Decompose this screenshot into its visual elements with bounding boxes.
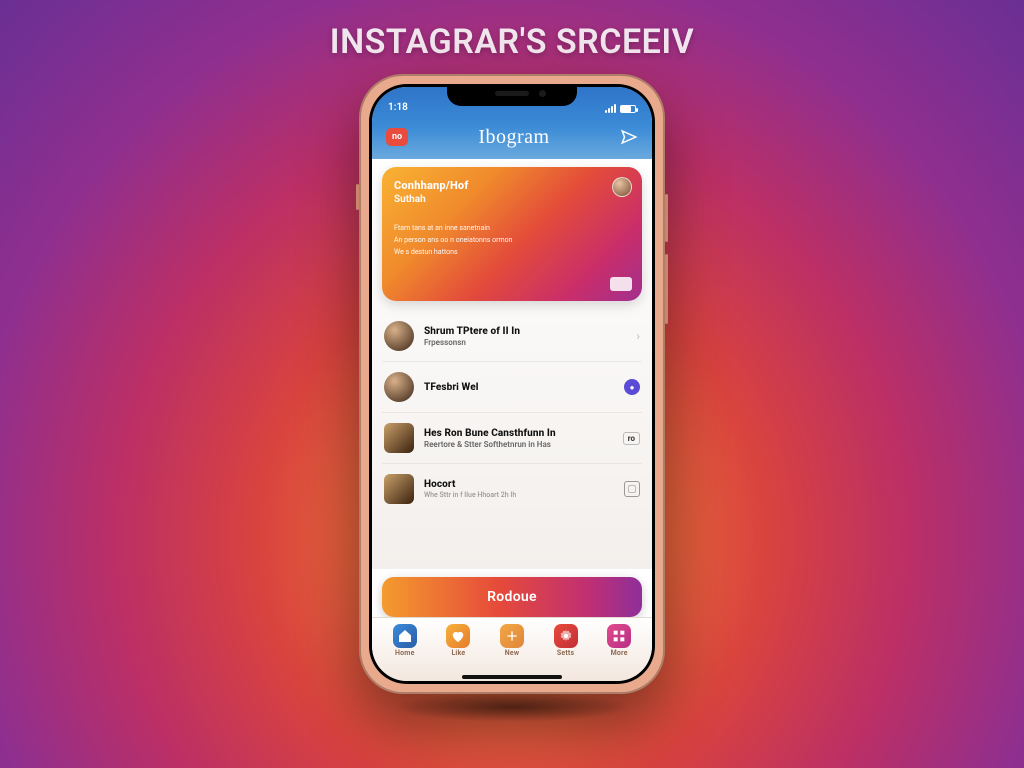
list-item-title: Hes Ron Bune Cansthfunn In xyxy=(424,428,613,439)
bookmark-icon xyxy=(624,481,640,497)
side-button xyxy=(356,184,359,210)
list-item[interactable]: Hes Ron Bune Cansthfunn In Reertore & St… xyxy=(382,412,642,463)
tab-label: New xyxy=(505,650,519,657)
tab-bar: Home Like New Setts xyxy=(372,617,652,681)
primary-cta-button[interactable]: Rodoue xyxy=(382,577,642,617)
avatar xyxy=(384,372,414,402)
feed-list: Shrum TPtere of II In Frpessonsn › TFesb… xyxy=(382,311,642,514)
featured-card[interactable]: Conhhanp/Hof Suthah Ftarn tans at an inn… xyxy=(382,167,642,301)
featured-subtitle: Suthah xyxy=(394,194,630,205)
tab-settings[interactable]: Setts xyxy=(542,624,590,657)
tab-new[interactable]: New xyxy=(488,624,536,657)
thumbnail xyxy=(384,474,414,504)
tag-pill: ro xyxy=(623,432,640,445)
phone-notch xyxy=(447,84,577,106)
feed-content: Conhhanp/Hof Suthah Ftarn tans at an inn… xyxy=(372,159,652,569)
unread-badge: ● xyxy=(624,379,640,395)
card-chip-icon xyxy=(610,277,632,291)
heart-icon xyxy=(446,624,470,648)
cta-label: Rodoue xyxy=(487,589,537,605)
list-item[interactable]: TFesbri Wel ● xyxy=(382,361,642,412)
tab-label: More xyxy=(611,650,628,657)
list-item-title: TFesbri Wel xyxy=(424,382,614,393)
signal-icon xyxy=(605,104,616,113)
plus-icon xyxy=(500,624,524,648)
app-bar: no Ibogram xyxy=(372,115,652,159)
list-item[interactable]: Hocort Whe Sttr in f Ilue Hhoart 2h Ih xyxy=(382,463,642,514)
featured-body-line: We s destun hattons xyxy=(394,247,611,257)
list-item-subtitle: Reertore & Stter Softhetnrun in Has xyxy=(424,440,613,449)
side-button xyxy=(665,254,668,324)
home-icon xyxy=(393,624,417,648)
status-time: 1:18 xyxy=(388,102,408,113)
status-icons xyxy=(605,104,636,113)
list-item-title: Shrum TPtere of II In xyxy=(424,326,626,337)
featured-body-line: Ftarn tans at an inne sanetnain xyxy=(394,223,611,233)
list-item-title: Hocort xyxy=(424,479,614,490)
tab-label: Home xyxy=(395,650,415,657)
promo-headline: INSTAGRAR'S SRCEEIV xyxy=(0,22,1024,62)
phone-bezel: 1:18 no Ibogram xyxy=(369,84,655,684)
list-item-subtitle: Frpessonsn xyxy=(424,338,626,347)
tab-like[interactable]: Like xyxy=(434,624,482,657)
featured-body-line: An person ans oo n oneiatonns ormon xyxy=(394,235,611,245)
app-screen: 1:18 no Ibogram xyxy=(372,87,652,681)
promo-background: INSTAGRAR'S SRCEEIV 1:18 no xyxy=(0,0,1024,768)
phone-frame: 1:18 no Ibogram xyxy=(359,74,665,694)
grid-icon xyxy=(607,624,631,648)
tab-label: Like xyxy=(451,650,465,657)
featured-title: Conhhanp/Hof xyxy=(394,179,630,192)
tab-home[interactable]: Home xyxy=(381,624,429,657)
side-button xyxy=(665,194,668,242)
gear-icon xyxy=(554,624,578,648)
app-logo: Ibogram xyxy=(478,126,549,149)
tab-label: Setts xyxy=(557,650,574,657)
send-icon[interactable] xyxy=(620,128,638,146)
list-item-subtitle: Whe Sttr in f Ilue Hhoart 2h Ih xyxy=(424,491,614,499)
thumbnail xyxy=(384,423,414,453)
battery-icon xyxy=(620,105,636,113)
notification-badge[interactable]: no xyxy=(386,128,408,146)
chevron-right-icon: › xyxy=(636,329,640,343)
home-indicator xyxy=(462,675,562,679)
tab-more[interactable]: More xyxy=(595,624,643,657)
avatar xyxy=(384,321,414,351)
list-item[interactable]: Shrum TPtere of II In Frpessonsn › xyxy=(382,311,642,361)
